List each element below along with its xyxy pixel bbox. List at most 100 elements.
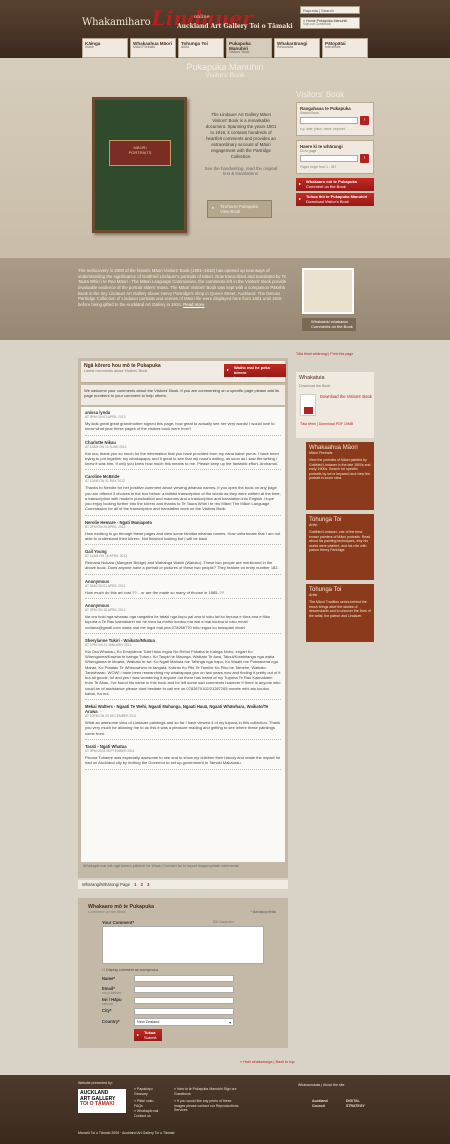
download-link[interactable]: Download the Visitors' Book [320, 394, 372, 399]
leave-comment-button[interactable]: Waiho mai he peka kōrero Leave a comment [224, 364, 286, 381]
home-btn-sub: Sign out Guestbook [303, 22, 331, 27]
tile-body: View the portraits of Māori painted by G… [309, 458, 371, 481]
comment-item: Caroline McBride AT 10AM ON 01 MAY 2012 Th… [85, 474, 281, 516]
comment-date: AT 1PM ON 21 JANUARY 2012 [85, 642, 132, 647]
footer-faq-link[interactable]: » Pātai nuku FAQs [134, 1099, 162, 1108]
comment-item: anissa lynda AT 9PM ON 01 APRIL 2013 My ki… [85, 410, 281, 436]
city-input[interactable] [134, 1008, 234, 1015]
footer-bottom: Manatū Toi o Tāmaki 2009 · Auckland Art … [78, 1131, 175, 1135]
book-comments-button[interactable]: Whakatoki whakaaro Comments on the Book [302, 318, 356, 331]
comment-item: Gail Young AT 11AM ON 16 APRIL 2012 Remana… [85, 549, 281, 575]
page-link-3[interactable]: 3 [147, 882, 149, 887]
back-to-top-link[interactable]: » Hoki whakarunga | Back to top [240, 1060, 295, 1064]
nav-sub: Resources [277, 45, 294, 50]
download-book-button[interactable]: Tuhua Ihō te Pukapuka Manuhiri Download … [296, 193, 374, 206]
comment-item: Anonymous AT 5AM ON 01 APRIL 2012 How much… [85, 579, 281, 599]
comment-label: Your Comment* [102, 920, 135, 925]
nav-tab-visitors-book[interactable]: Pukapuka Manuhiri Visitors' Book [226, 38, 272, 58]
pdf-icon[interactable] [300, 394, 316, 416]
search-book-input[interactable] [300, 117, 358, 124]
comment-body: Kia Ora Whanau, Ko Emrylanne Tukiri toku… [85, 648, 281, 696]
comment-item: Charlotte Nikau AT 11AM ON 10 JUNE 2012 Ki… [85, 440, 281, 471]
tile-portraits[interactable]: Whakaahua Māori Māori Portraits View the… [306, 442, 374, 510]
goto-page-input[interactable] [300, 155, 358, 162]
page-link-1[interactable]: 1 [134, 882, 136, 887]
iwi-sublabel: optional [102, 1002, 114, 1006]
report-comments-link[interactable]: Whakapā mai mā ngā kōrero pākiere he kōw… [81, 864, 285, 868]
header: Whakamiharo Lindauer online Auckland Art… [0, 0, 450, 58]
page-title: Pukapuka Manuhiri Visitors' Book [0, 62, 450, 79]
page-title-sub: Visitors' Book [205, 72, 245, 79]
logo[interactable]: Whakamiharo Lindauer online Auckland Art… [82, 6, 293, 30]
comment-body: What an awesome view of Lindauer paintin… [85, 720, 281, 736]
search-book-box: Rangahaua te Pukapuka Search Book › e.g.… [296, 102, 374, 136]
search-book-sub: Search Book [300, 111, 319, 115]
tile-artist[interactable]: Tohunga Toi Artist Gottfried Lindauer, o… [306, 514, 374, 580]
comment-item: Mekai Walters - Ngaati Te Wehi, Ngaati M… [85, 704, 281, 740]
comment-body: Thanks to Nerolie for her positive comme… [85, 485, 281, 512]
comment-body: Picona Tuhaere was especially awesome to… [85, 754, 281, 766]
comment-item: Anonymous AT 3PM ON 16 APRIL 2012 kia ora … [85, 603, 281, 634]
email-input[interactable] [134, 986, 234, 993]
comment-form: Whakaaro mō te Pukapuka Comment on the B… [78, 898, 288, 1048]
footer-about-link[interactable]: Whakaurukaia | About the site [298, 1083, 344, 1088]
footer-contact-link[interactable]: » Whakapā mai Contact us [134, 1109, 162, 1118]
presented-by: Website presented by: [78, 1081, 113, 1085]
comment-date: AT 9PM ON 01 APRIL 2013 [85, 415, 126, 419]
comment-body: My kids great great grandmother signed t… [85, 421, 275, 432]
country-select[interactable]: New Zealand ▾ [134, 1018, 234, 1026]
book-thumbnail[interactable] [302, 268, 354, 314]
nav-sub: Māori Portraits [133, 45, 156, 50]
book-label: MĀORI PORTRAITS [109, 140, 171, 166]
search-book-go-button[interactable]: › [360, 116, 369, 125]
name-input[interactable] [134, 975, 234, 982]
nav-tab-resources[interactable]: Whakarārangi Resources [274, 38, 320, 58]
chevron-down-icon: ▾ [229, 1021, 231, 1025]
comment-textarea[interactable] [102, 926, 264, 964]
nav-tab-home[interactable]: Kāinga Home [82, 38, 128, 58]
btn-sub: Leave a comment [234, 375, 266, 381]
home-guestbook-button[interactable]: » Home Pukapuka Manuhiri Sign out Guestb… [300, 17, 360, 29]
iwi-input[interactable] [134, 997, 234, 1004]
logo-sub: Auckland Art Gallery Toi o Tāmaki [177, 23, 293, 30]
btn-sub: Download Visitor's Book [306, 199, 349, 205]
goto-page-go-button[interactable]: › [360, 154, 369, 163]
comments-header: Ngā kōrero hou mō te Pukapuka Latest com… [81, 361, 286, 383]
footer-reproductions-link[interactable]: » If you would like any prints of these … [174, 1099, 240, 1113]
anon-option[interactable]: ☐ Display comment as anonymous [102, 968, 158, 972]
btn-sub: Submit [144, 1035, 157, 1041]
view-book-sub: View Book [220, 209, 241, 215]
comment-body: How much do this art cost ??... or are t… [85, 589, 224, 595]
pager-label: Whārangi/Whārongi Page [82, 882, 130, 887]
email-sublabel: not published [102, 991, 121, 995]
main-nav: Kāinga Home Whakaahua Māori Māori Portrait… [82, 38, 368, 58]
print-page-link[interactable]: Tāia tēnei whārangi | Print this page [296, 352, 353, 356]
nav-tab-portraits[interactable]: Whakaahua Māori Māori Portraits [130, 38, 176, 58]
tile-tradition[interactable]: Tohunga Toi Artist The Māori Tradition s… [306, 584, 374, 642]
comment-on-book-button[interactable]: Whakaaro mō te Pukapuka Comment on the B… [296, 178, 374, 191]
nav-sub: Artist [181, 45, 189, 50]
search-box[interactable]: Rapuhia | Search [300, 6, 360, 14]
search-label: Rapuhia | Search [303, 8, 334, 13]
page-link-2[interactable]: 2 [141, 882, 143, 887]
download-meta[interactable]: Tāia tēnei | Download PDF 10MB [300, 422, 353, 426]
nav-tab-interviews[interactable]: Pātopātai Interviews [322, 38, 368, 58]
nav-tab-artist[interactable]: Tohunga Toi Artist [178, 38, 224, 58]
comment-body: How exciting to go through these pages a… [85, 530, 281, 541]
tile-subtitle: Artist [309, 523, 318, 527]
visitors-book-image[interactable]: MĀORI PORTRAITS [92, 97, 187, 233]
nav-sub: Home [85, 45, 95, 50]
submit-button[interactable]: Tukua Submit [134, 1029, 162, 1041]
download-title: Whakatuia [299, 375, 325, 381]
footer-glossary-link[interactable]: » Papakupu Glossary [134, 1087, 162, 1096]
auckland-art-gallery-logo[interactable]: AUCKLAND ART GALLERY TOI O TĀMAKI [78, 1089, 126, 1113]
read-more-link[interactable]: Read more [183, 302, 204, 307]
comment-date: AT 11AM ON 16 APRIL 2012 [85, 554, 128, 559]
btn-sub: Comments on the Book [311, 324, 353, 330]
mandatory-note: * Mandatory fields [250, 910, 276, 914]
comment-date: AT 5AM ON 01 APRIL 2012 [85, 583, 126, 588]
footer-guestbook-link[interactable]: » Intro to te Pukapuka Manuhiri Sign our… [174, 1087, 240, 1096]
view-book-button[interactable]: Tirohia te Pukapuka View Book [207, 200, 272, 218]
download-panel: Whakatuia Download the Book Download the… [296, 372, 374, 438]
visitors-book-sidebar: Visitors' Book Rangahaua te Pukapuka Sea… [296, 90, 374, 208]
